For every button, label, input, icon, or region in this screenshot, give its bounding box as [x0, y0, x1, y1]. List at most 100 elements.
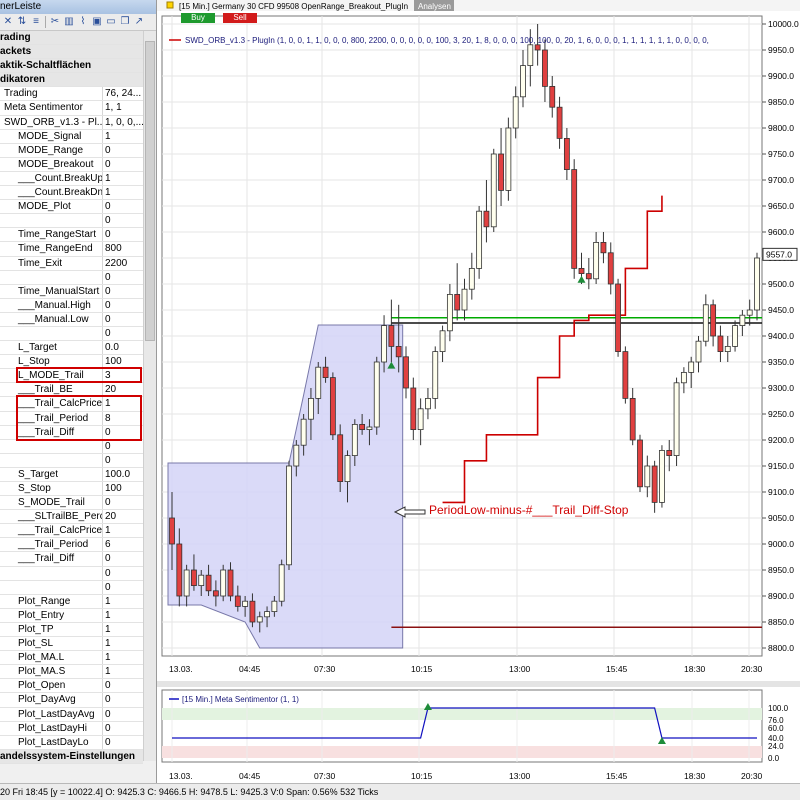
- property-row[interactable]: MODE_Plot 0: [0, 200, 143, 215]
- property-row[interactable]: 0: [0, 326, 143, 342]
- property-row[interactable]: Plot_SL 1: [0, 637, 143, 652]
- scrollbar-thumb[interactable]: [145, 41, 155, 341]
- property-row[interactable]: MODE_Breakout 0: [0, 157, 143, 172]
- property-row[interactable]: ___Count.BreakDn 1: [0, 186, 143, 201]
- property-row[interactable]: Meta Sentimentor 1, 1: [0, 101, 143, 116]
- property-value[interactable]: 0: [103, 581, 143, 594]
- property-value[interactable]: 1: [103, 130, 143, 143]
- property-value[interactable]: 1: [103, 609, 143, 622]
- property-value[interactable]: 800: [103, 242, 143, 255]
- property-row[interactable]: ___Manual.Low 0: [0, 312, 143, 327]
- property-row[interactable]: Plot_Open 0: [0, 679, 143, 694]
- property-value[interactable]: 100.0: [103, 468, 143, 481]
- chart-canvas[interactable]: [15 Min.] Germany 30 CFD 99508 OpenRange…: [157, 0, 800, 783]
- property-value[interactable]: 0.0: [103, 341, 143, 354]
- property-row[interactable]: Plot_Range 1: [0, 594, 143, 609]
- property-row[interactable]: MODE_Range 0: [0, 143, 143, 158]
- property-row[interactable]: ___Manual.High 0: [0, 298, 143, 313]
- property-value[interactable]: 2200: [103, 257, 143, 270]
- property-row[interactable]: 0: [0, 270, 143, 285]
- property-value[interactable]: 0: [103, 708, 143, 721]
- property-row[interactable]: Plot_MA.S 1: [0, 665, 143, 680]
- property-row[interactable]: 0: [0, 214, 143, 229]
- property-value[interactable]: 0: [103, 736, 143, 749]
- property-value[interactable]: 1: [103, 665, 143, 678]
- property-value[interactable]: 1: [103, 637, 143, 650]
- property-value[interactable]: 0: [103, 552, 143, 565]
- property-value[interactable]: 76, 24...: [103, 87, 143, 100]
- property-value[interactable]: 0: [103, 440, 143, 453]
- property-row[interactable]: ___Trail_Diff 0: [0, 552, 143, 567]
- property-row[interactable]: Plot_Entry 1: [0, 608, 143, 623]
- pane-splitter[interactable]: [157, 681, 800, 687]
- property-value[interactable]: 0: [103, 299, 143, 312]
- chart-trend-icon[interactable]: ↗: [133, 16, 145, 28]
- close-icon[interactable]: ✕: [2, 16, 14, 28]
- property-value[interactable]: 0: [103, 693, 143, 706]
- property-value[interactable]: 20: [103, 510, 143, 523]
- category-trading[interactable]: rading: [0, 31, 143, 46]
- property-row[interactable]: Time_ManualStart 0: [0, 284, 143, 299]
- copy-icon[interactable]: ❐: [119, 16, 131, 28]
- property-value[interactable]: 1: [103, 623, 143, 636]
- property-value[interactable]: 1: [103, 524, 143, 537]
- property-value[interactable]: 6: [103, 538, 143, 551]
- property-value[interactable]: 0: [103, 158, 143, 171]
- property-value[interactable]: 1: [103, 186, 143, 199]
- panel-scrollbar[interactable]: [143, 31, 156, 761]
- buy-button[interactable]: Buy: [181, 13, 215, 23]
- property-value[interactable]: 0: [103, 454, 143, 467]
- property-row[interactable]: 0: [0, 439, 143, 454]
- property-row[interactable]: L_Target 0.0: [0, 341, 143, 356]
- property-value[interactable]: 0: [103, 327, 143, 340]
- category-trading-system[interactable]: andelssystem-Einstellungen: [0, 749, 143, 764]
- property-value[interactable]: 1: [103, 172, 143, 185]
- property-value[interactable]: 0: [103, 144, 143, 157]
- sell-button[interactable]: Sell: [223, 13, 257, 23]
- property-row[interactable]: Plot_LastDayLo 0: [0, 735, 143, 750]
- property-row[interactable]: ___Trail_Period 6: [0, 538, 143, 553]
- save-icon[interactable]: ▣: [91, 16, 103, 28]
- property-row[interactable]: 0: [0, 453, 143, 468]
- category-indicators[interactable]: dikatoren: [0, 73, 143, 88]
- window-icon[interactable]: ▭: [105, 16, 117, 28]
- property-row[interactable]: ___Count.BreakUp 1: [0, 171, 143, 187]
- category-quick-buttons[interactable]: aktik-Schaltflächen: [0, 59, 143, 74]
- property-row[interactable]: 0: [0, 580, 143, 595]
- property-value[interactable]: 100: [103, 482, 143, 495]
- property-value[interactable]: 0: [103, 496, 143, 509]
- property-row[interactable]: MODE_Signal 1: [0, 129, 143, 144]
- property-row[interactable]: Time_RangeEnd 800: [0, 242, 143, 257]
- property-row[interactable]: 0: [0, 566, 143, 581]
- property-row[interactable]: Plot_MA.L 1: [0, 651, 143, 666]
- property-value[interactable]: 0: [103, 228, 143, 241]
- property-value[interactable]: 0: [103, 567, 143, 580]
- property-value[interactable]: 0: [103, 271, 143, 284]
- property-row[interactable]: ___SLTrailBE_Perc 20: [0, 510, 143, 525]
- property-value[interactable]: 0: [103, 285, 143, 298]
- property-row[interactable]: Plot_LastDayAvg 0: [0, 707, 143, 722]
- property-value[interactable]: 0: [103, 313, 143, 326]
- property-value[interactable]: 1, 0, 0,...: [103, 116, 143, 129]
- sort-icon[interactable]: ⇅: [16, 16, 28, 28]
- property-value[interactable]: 0: [103, 200, 143, 213]
- property-value[interactable]: 0: [103, 722, 143, 735]
- property-row[interactable]: SWD_ORB_v1.3 - Pl... 1, 0, 0,...: [0, 115, 143, 130]
- chart-line-icon[interactable]: ⌇: [77, 16, 89, 28]
- property-row[interactable]: Trading 76, 24...: [0, 87, 143, 102]
- chart-icon[interactable]: ▥: [63, 16, 75, 28]
- property-row[interactable]: S_Stop 100: [0, 482, 143, 497]
- property-value[interactable]: 1: [103, 651, 143, 664]
- property-value[interactable]: 1: [103, 595, 143, 608]
- list-icon[interactable]: ≡: [30, 16, 42, 28]
- property-row[interactable]: ___Trail_CalcPrice 1: [0, 524, 143, 539]
- property-row[interactable]: Plot_TP 1: [0, 622, 143, 638]
- property-row[interactable]: Plot_LastDayHi 0: [0, 721, 143, 736]
- property-row[interactable]: Plot_DayAvg 0: [0, 693, 143, 708]
- cut-icon[interactable]: ✂: [49, 16, 61, 28]
- property-row[interactable]: Time_Exit 2200: [0, 256, 143, 271]
- property-row[interactable]: Time_RangeStart 0: [0, 228, 143, 243]
- property-value[interactable]: 0: [103, 214, 143, 227]
- property-value[interactable]: 1, 1: [103, 101, 143, 114]
- analysis-tab[interactable]: Analysen: [418, 2, 451, 11]
